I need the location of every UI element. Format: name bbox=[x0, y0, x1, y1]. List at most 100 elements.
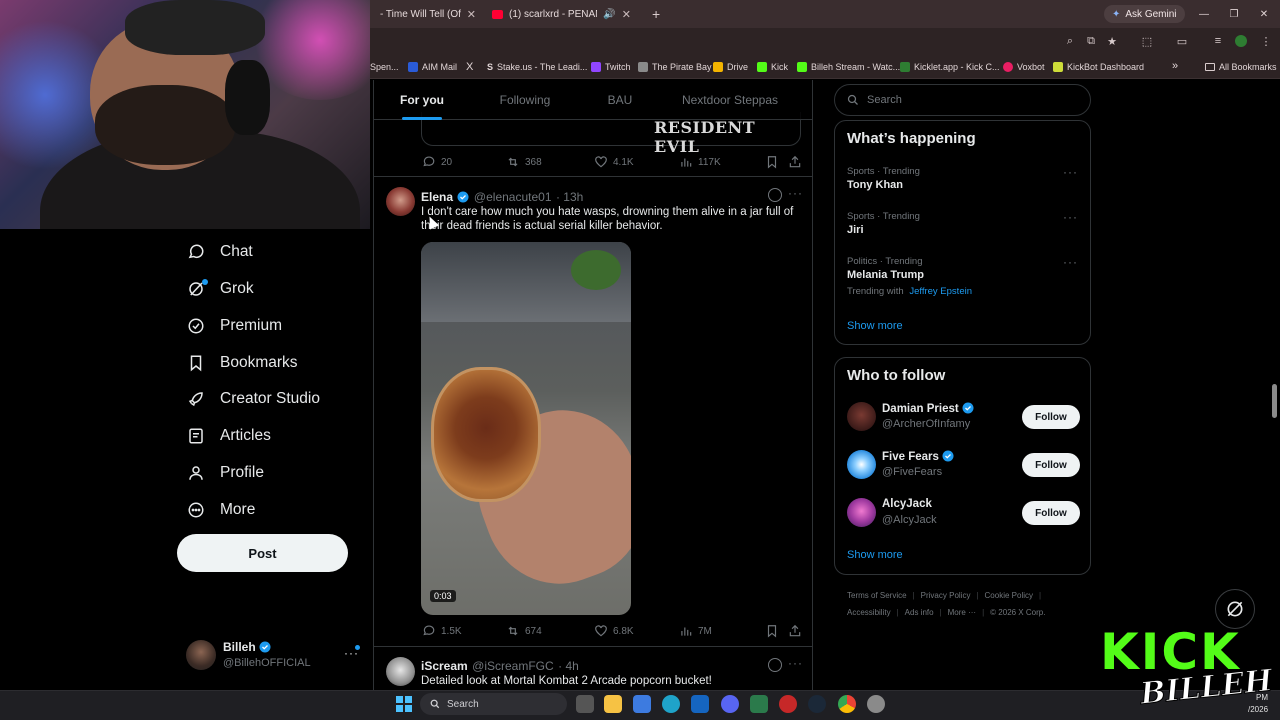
post-button[interactable]: Post bbox=[177, 534, 348, 572]
minimize-icon[interactable]: — bbox=[1189, 0, 1219, 28]
grok-tweet-icon[interactable] bbox=[768, 188, 782, 202]
like-button[interactable]: 4.1K bbox=[594, 155, 634, 169]
close-window-icon[interactable]: ✕ bbox=[1249, 0, 1279, 28]
chrome-icon[interactable] bbox=[838, 695, 856, 713]
new-tab-button[interactable]: + bbox=[642, 6, 670, 22]
repost-button[interactable]: 368 bbox=[506, 155, 542, 169]
all-bookmarks-button[interactable]: All Bookmarks bbox=[1205, 62, 1277, 72]
tweet-author-handle[interactable]: @elenacute01 bbox=[474, 190, 552, 204]
footer-link[interactable]: Terms of Service bbox=[847, 591, 907, 600]
follow-name[interactable]: Damian Priest bbox=[882, 402, 974, 415]
avatar[interactable] bbox=[847, 498, 876, 527]
trend-more-icon[interactable]: ··· bbox=[1063, 210, 1078, 224]
tweet-author-name[interactable]: Elena bbox=[421, 190, 453, 204]
repost-button[interactable]: 674 bbox=[506, 624, 542, 638]
nav-item-profile[interactable]: Profile bbox=[186, 458, 264, 488]
trend-name[interactable]: Melania Trump bbox=[847, 269, 924, 281]
like-button[interactable]: 6.8K bbox=[594, 624, 634, 638]
menu-icon[interactable]: ⋮ bbox=[1258, 33, 1274, 49]
browser-tab[interactable]: - Time Will Tell (Official ✕ bbox=[372, 0, 484, 28]
bookmark-item[interactable]: Voxbot bbox=[1003, 62, 1045, 72]
reply-button[interactable]: 1.5K bbox=[422, 624, 462, 638]
discord-icon[interactable] bbox=[721, 695, 739, 713]
avatar[interactable] bbox=[847, 450, 876, 479]
bookmark-item[interactable]: The Pirate Bay bbox=[638, 62, 712, 72]
nav-item-bookmarks[interactable]: Bookmarks bbox=[186, 348, 298, 378]
tab-nextdoor-steppas[interactable]: Nextdoor Steppas bbox=[660, 80, 800, 120]
avatar[interactable] bbox=[847, 402, 876, 431]
trend-name[interactable]: Jiri bbox=[847, 224, 864, 236]
ask-gemini-button[interactable]: ✦ Ask Gemini bbox=[1104, 5, 1185, 23]
edge-icon[interactable] bbox=[662, 695, 680, 713]
trend-name[interactable]: Tony Khan bbox=[847, 179, 903, 191]
nav-item-grok[interactable]: Grok bbox=[186, 274, 254, 304]
tab-for-you[interactable]: For you bbox=[374, 80, 470, 120]
app-red-icon[interactable] bbox=[779, 695, 797, 713]
footer-link[interactable]: Cookie Policy bbox=[985, 591, 1033, 600]
views-button[interactable]: 7M bbox=[679, 624, 712, 638]
nav-item-chat[interactable]: Chat bbox=[186, 237, 253, 267]
tweet-video[interactable]: 0:03 bbox=[421, 242, 631, 615]
extensions-icon[interactable]: ⬚ bbox=[1139, 33, 1155, 49]
bookmarks-overflow-icon[interactable]: » bbox=[1172, 60, 1178, 72]
bookmark-item[interactable]: Twitch bbox=[591, 62, 631, 72]
browser-tab[interactable]: (1) scarlxrd - PENANCE. [FU 🔊 ✕ bbox=[484, 0, 639, 28]
follow-button[interactable]: Follow bbox=[1022, 453, 1080, 477]
tab-following[interactable]: Following bbox=[470, 80, 580, 120]
bookmark-item[interactable]: Spen... bbox=[370, 62, 399, 72]
footer-link[interactable]: Ads info bbox=[905, 608, 934, 617]
follow-button[interactable]: Follow bbox=[1022, 405, 1080, 429]
close-icon[interactable]: ✕ bbox=[467, 8, 476, 21]
bookmark-item[interactable]: AIM Mail bbox=[408, 62, 457, 72]
maximize-icon[interactable]: ❐ bbox=[1219, 0, 1249, 28]
search-input[interactable]: Search bbox=[834, 84, 1091, 116]
bookmark-item[interactable]: KickBot Dashboard bbox=[1053, 62, 1144, 72]
reply-button[interactable]: 20 bbox=[422, 155, 452, 169]
bookmark-item[interactable]: Drive bbox=[713, 62, 748, 72]
follow-name[interactable]: Five Fears bbox=[882, 450, 954, 463]
show-more-link[interactable]: Show more bbox=[847, 549, 903, 561]
bookmark-item[interactable]: Kick bbox=[757, 62, 788, 72]
footer-link[interactable]: More ··· bbox=[948, 608, 976, 617]
tweet-more-icon[interactable]: ··· bbox=[788, 186, 803, 200]
follow-name[interactable]: AlcyJack bbox=[882, 498, 932, 510]
bookmark-item[interactable]: X bbox=[466, 61, 473, 73]
taskbar-clock[interactable]: PM /2026 bbox=[1248, 692, 1268, 716]
footer-link[interactable]: Privacy Policy bbox=[921, 591, 971, 600]
bookmark-button[interactable] bbox=[765, 624, 779, 638]
tweet-time[interactable]: · 13h bbox=[556, 190, 583, 204]
follow-button[interactable]: Follow bbox=[1022, 501, 1080, 525]
tweet-more-icon[interactable]: ··· bbox=[788, 656, 803, 670]
taskbar-search[interactable]: Search bbox=[420, 693, 567, 715]
share-button[interactable] bbox=[788, 155, 802, 169]
star-icon[interactable]: ★ bbox=[1104, 33, 1120, 49]
tweet-author-name[interactable]: iScream bbox=[421, 659, 468, 673]
bookmark-button[interactable] bbox=[765, 155, 779, 169]
views-button[interactable]: 117K bbox=[679, 155, 721, 169]
show-more-link[interactable]: Show more bbox=[847, 320, 903, 332]
account-switcher[interactable]: Billeh @BillehOFFICIAL ··· bbox=[186, 638, 366, 674]
store-icon[interactable] bbox=[633, 695, 651, 713]
close-icon[interactable]: ✕ bbox=[622, 8, 631, 21]
task-view-icon[interactable] bbox=[576, 695, 594, 713]
page-scrollbar[interactable] bbox=[1272, 384, 1277, 418]
nav-item-articles[interactable]: Articles bbox=[186, 421, 271, 451]
cast-icon[interactable]: ▭ bbox=[1174, 33, 1190, 49]
grok-tweet-icon[interactable] bbox=[768, 658, 782, 672]
bookmark-item[interactable]: Kicklet.app - Kick C... bbox=[900, 62, 1000, 72]
nav-item-more[interactable]: More bbox=[186, 495, 255, 525]
nav-item-premium[interactable]: Premium bbox=[186, 311, 282, 341]
settings-icon[interactable] bbox=[867, 695, 885, 713]
tweet-author-handle[interactable]: @iScreamFGC bbox=[472, 659, 554, 673]
file-explorer-icon[interactable] bbox=[604, 695, 622, 713]
tab-bau[interactable]: BAU bbox=[580, 80, 660, 120]
trend-more-icon[interactable]: ··· bbox=[1063, 255, 1078, 269]
screenshot-icon[interactable]: ⧉ bbox=[1083, 33, 1099, 49]
trend-more-icon[interactable]: ··· bbox=[1063, 165, 1078, 179]
outlook-icon[interactable] bbox=[691, 695, 709, 713]
zoom-icon[interactable]: ⌕ bbox=[1062, 33, 1078, 49]
bookmark-item[interactable]: Billeh Stream - Watc... bbox=[797, 62, 900, 72]
avatar[interactable] bbox=[386, 657, 415, 686]
trending-with-link[interactable]: Jeffrey Epstein bbox=[909, 286, 972, 297]
tweet-time[interactable]: · 4h bbox=[558, 659, 579, 673]
